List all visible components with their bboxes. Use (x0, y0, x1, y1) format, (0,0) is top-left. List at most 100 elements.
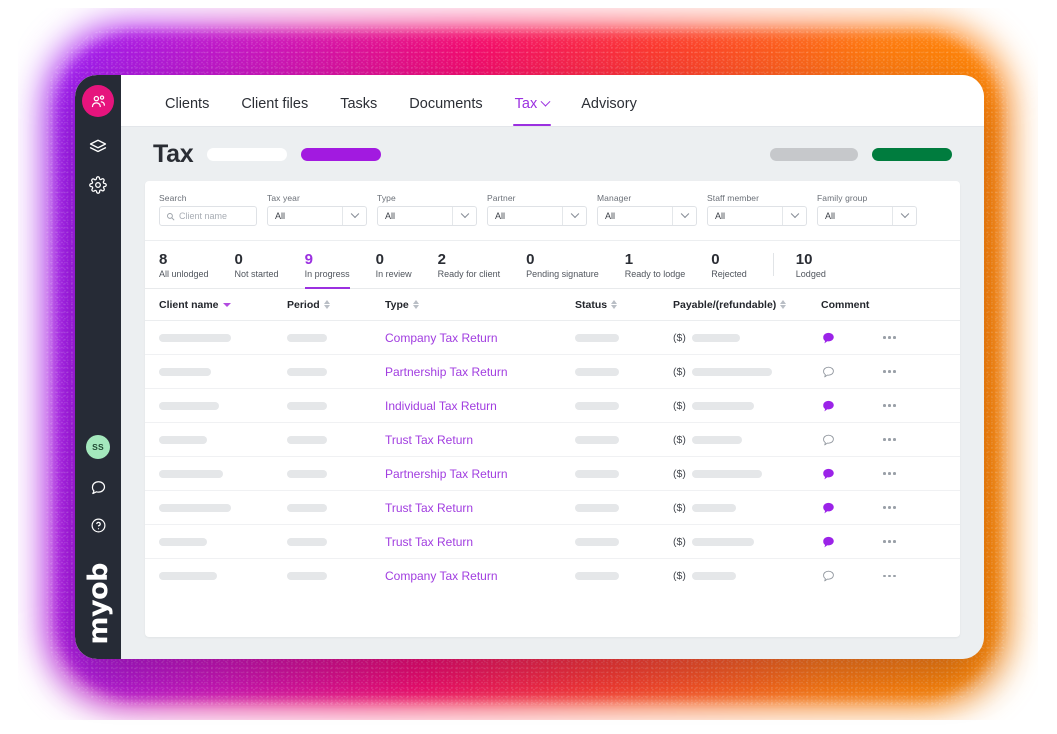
table-row[interactable]: Company Tax Return ($) (145, 321, 960, 355)
table-row[interactable]: Company Tax Return ($) (145, 559, 960, 593)
type-link[interactable]: Partnership Tax Return (385, 365, 508, 379)
rail-item-settings[interactable] (81, 169, 115, 201)
select-tax-year[interactable]: All (267, 206, 367, 226)
column-header-label: Comment (821, 298, 870, 311)
cell-period (287, 397, 385, 415)
cell-actions (883, 540, 923, 543)
select-family-group[interactable]: All (817, 206, 917, 226)
status-tab-all-unlodged[interactable]: 8 All unlodged (159, 241, 209, 288)
cell-comment (821, 501, 883, 515)
type-link[interactable]: Trust Tax Return (385, 535, 473, 549)
column-header-payable-refundable[interactable]: Payable/(refundable) (673, 299, 821, 311)
comment-outline-icon[interactable] (821, 433, 836, 447)
row-more-actions-button[interactable] (883, 404, 923, 407)
table-row[interactable]: Trust Tax Return ($) (145, 423, 960, 457)
status-placeholder (575, 435, 619, 444)
select-toggle[interactable] (342, 207, 366, 225)
nav-item-client-files[interactable]: Client files (225, 96, 324, 126)
column-header-type[interactable]: Type (385, 299, 575, 311)
payable-placeholder (691, 401, 754, 410)
rail-item-clients[interactable] (82, 85, 114, 117)
avatar[interactable]: SS (86, 435, 110, 460)
currency-prefix: ($) (673, 365, 686, 378)
nav-item-clients[interactable]: Clients (149, 96, 225, 126)
client-name-placeholder (159, 435, 207, 444)
column-header-client-name[interactable]: Client name (159, 299, 287, 311)
cell-period (287, 533, 385, 551)
column-header-period[interactable]: Period (287, 299, 385, 311)
table-row[interactable]: Trust Tax Return ($) (145, 491, 960, 525)
type-link[interactable]: Individual Tax Return (385, 399, 497, 413)
select-type[interactable]: All (377, 206, 477, 226)
select-partner[interactable]: All (487, 206, 587, 226)
status-tab-in-review[interactable]: 0 In review (376, 241, 412, 288)
table-row[interactable]: Partnership Tax Return ($) (145, 355, 960, 389)
comment-filled-icon[interactable] (821, 399, 836, 413)
status-tab-in-progress[interactable]: 9 In progress (304, 241, 350, 289)
status-tab-lodged[interactable]: 10 Lodged (796, 241, 826, 288)
comment-outline-icon[interactable] (821, 365, 836, 379)
filter-label: Type (377, 193, 396, 203)
status-tab-pending-signature[interactable]: 0 Pending signature (526, 241, 599, 288)
select-toggle[interactable] (452, 207, 476, 225)
status-tab-ready-to-lodge[interactable]: 1 Ready to lodge (625, 241, 686, 288)
chevron-down-icon (790, 209, 799, 219)
type-link[interactable]: Partnership Tax Return (385, 467, 508, 481)
nav-item-documents[interactable]: Documents (393, 96, 498, 126)
select-toggle[interactable] (892, 207, 916, 225)
cell-actions (883, 336, 923, 339)
header-primary-pill[interactable] (301, 147, 382, 161)
nav-item-label: Clients (165, 96, 210, 112)
rail-item-chat[interactable] (81, 471, 115, 503)
comment-filled-icon[interactable] (821, 331, 836, 345)
type-link[interactable]: Company Tax Return (385, 331, 498, 345)
row-more-actions-button[interactable] (883, 574, 923, 578)
select-toggle[interactable] (562, 207, 586, 225)
type-link[interactable]: Company Tax Return (385, 569, 498, 583)
select-toggle[interactable] (782, 207, 806, 225)
status-tab-label: Not started (234, 269, 279, 279)
comment-filled-icon[interactable] (821, 535, 836, 549)
comment-filled-icon[interactable] (821, 467, 836, 481)
rail-item-layers[interactable] (81, 131, 115, 163)
client-name-placeholder (159, 469, 223, 478)
table-row[interactable]: Trust Tax Return ($) (145, 525, 960, 559)
row-more-actions-button[interactable] (883, 336, 923, 339)
comment-filled-icon[interactable] (821, 501, 836, 515)
sort-icon (611, 300, 618, 309)
status-tab-not-started[interactable]: 0 Not started (235, 241, 279, 288)
type-link[interactable]: Trust Tax Return (385, 433, 473, 447)
search-input[interactable]: Client name (159, 206, 257, 226)
column-header-label: Client name (159, 298, 219, 311)
nav-item-tasks[interactable]: Tasks (324, 96, 393, 126)
rail-item-help[interactable] (81, 509, 115, 541)
cell-status (575, 397, 673, 415)
cell-actions (883, 438, 923, 441)
status-tab-rejected[interactable]: 0 Rejected (711, 241, 747, 288)
row-more-actions-button[interactable] (883, 370, 923, 373)
main-pane: Clients Client files Tasks Documents Tax Advi… (121, 75, 984, 659)
table-row[interactable]: Individual Tax Return ($) (145, 389, 960, 423)
cell-type: Trust Tax Return (385, 431, 575, 449)
nav-item-tax[interactable]: Tax (499, 96, 566, 126)
client-name-placeholder (159, 367, 211, 376)
nav-item-advisory[interactable]: Advisory (565, 96, 653, 126)
header-placeholder-bar (207, 147, 288, 161)
select-staff-member[interactable]: All (707, 206, 807, 226)
column-header-status[interactable]: Status (575, 299, 673, 311)
row-more-actions-button[interactable] (883, 472, 923, 475)
screenshot-stage: SS myob Clients Client files Tasks Document… (0, 0, 1057, 734)
header-secondary-button[interactable] (770, 147, 858, 161)
type-link[interactable]: Trust Tax Return (385, 501, 473, 515)
comment-outline-icon[interactable] (821, 569, 836, 583)
status-tab-ready-for-client[interactable]: 2 Ready for client (438, 241, 501, 288)
filter-label: Manager (597, 193, 632, 203)
row-more-actions-button[interactable] (883, 438, 923, 441)
select-manager[interactable]: All (597, 206, 697, 226)
header-primary-button[interactable] (872, 147, 952, 161)
table-row[interactable]: Partnership Tax Return ($) (145, 457, 960, 491)
select-toggle[interactable] (672, 207, 696, 225)
row-more-actions-button[interactable] (883, 506, 923, 509)
row-more-actions-button[interactable] (883, 540, 923, 543)
chevron-down-icon (680, 209, 689, 219)
